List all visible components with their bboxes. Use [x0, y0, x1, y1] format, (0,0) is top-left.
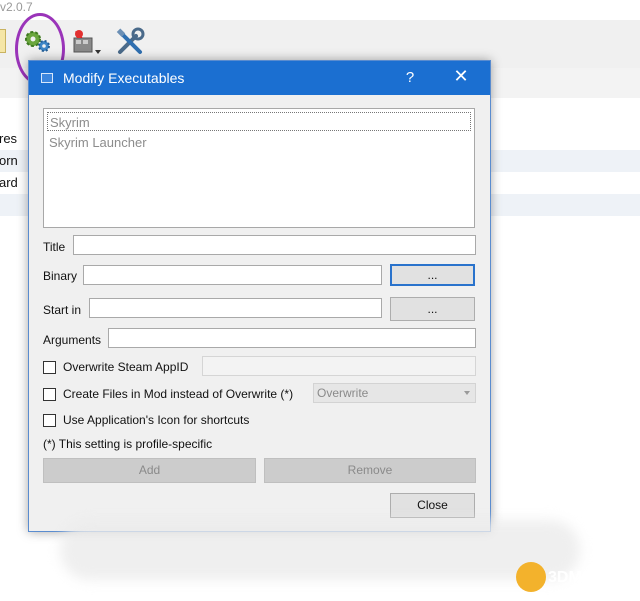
title-label: Title	[43, 240, 66, 254]
close-icon[interactable]: ✕	[447, 66, 475, 88]
overwrite-steam-appid-label: Overwrite Steam AppID	[63, 360, 189, 374]
create-files-in-mod-checkbox[interactable]	[43, 388, 56, 401]
help-button[interactable]: ?	[402, 69, 418, 86]
binary-browse-button[interactable]: ...	[390, 264, 475, 286]
modify-executables-dialog: Modify Executables ? ✕ Skyrim Skyrim Lau…	[28, 60, 491, 532]
chevron-down-icon	[464, 391, 470, 395]
steam-appid-input	[202, 356, 476, 376]
create-files-in-mod-label: Create Files in Mod instead of Overwrite…	[63, 387, 294, 401]
list-item[interactable]: Skyrim	[47, 112, 471, 131]
overwrite-steam-appid-checkbox[interactable]	[43, 361, 56, 374]
blurred-text-redaction	[60, 520, 580, 580]
add-button[interactable]: Add	[43, 458, 256, 483]
remove-button[interactable]: Remove	[264, 458, 476, 483]
tools-icon	[116, 27, 145, 54]
overwrite-target-select: Overwrite	[313, 383, 476, 403]
use-application-icon-checkbox[interactable]	[43, 414, 56, 427]
use-application-icon-label: Use Application's Icon for shortcuts	[63, 413, 250, 427]
start-in-label: Start in	[43, 303, 82, 317]
binary-label: Binary	[43, 269, 78, 283]
toolbar-partial-icon[interactable]	[0, 29, 6, 53]
watermark-logo: 3DMGAME	[516, 560, 640, 601]
profile-specific-note: (*) This setting is profile-specific	[43, 437, 213, 451]
title-input[interactable]	[73, 235, 476, 255]
arguments-label: Arguments	[43, 333, 102, 347]
tools-button[interactable]	[114, 26, 146, 58]
list-item-label: ard	[0, 175, 18, 190]
app-title-bar: v2.0.7	[0, 0, 640, 20]
list-item-label: res	[0, 131, 18, 146]
app-version: v2.0.7	[0, 0, 33, 14]
binary-input[interactable]	[83, 265, 382, 285]
dialog-title: Modify Executables	[63, 70, 185, 86]
start-in-input[interactable]	[89, 298, 382, 318]
list-item[interactable]: Skyrim Launcher	[47, 133, 471, 152]
mascot-icon	[516, 562, 546, 592]
start-in-browse-button[interactable]: ...	[390, 297, 475, 321]
list-item-label: orn	[0, 153, 18, 168]
arguments-input[interactable]	[108, 328, 476, 348]
watermark-text: 3DMGAME	[548, 569, 630, 586]
close-button[interactable]: Close	[390, 493, 475, 518]
dialog-title-bar: Modify Executables ? ✕	[29, 61, 490, 95]
executable-menu-button[interactable]	[70, 26, 102, 58]
executables-list[interactable]: Skyrim Skyrim Launcher	[43, 108, 475, 228]
executable-icon	[73, 30, 101, 54]
overwrite-target-value: Overwrite	[317, 386, 369, 400]
window-icon	[41, 73, 53, 83]
